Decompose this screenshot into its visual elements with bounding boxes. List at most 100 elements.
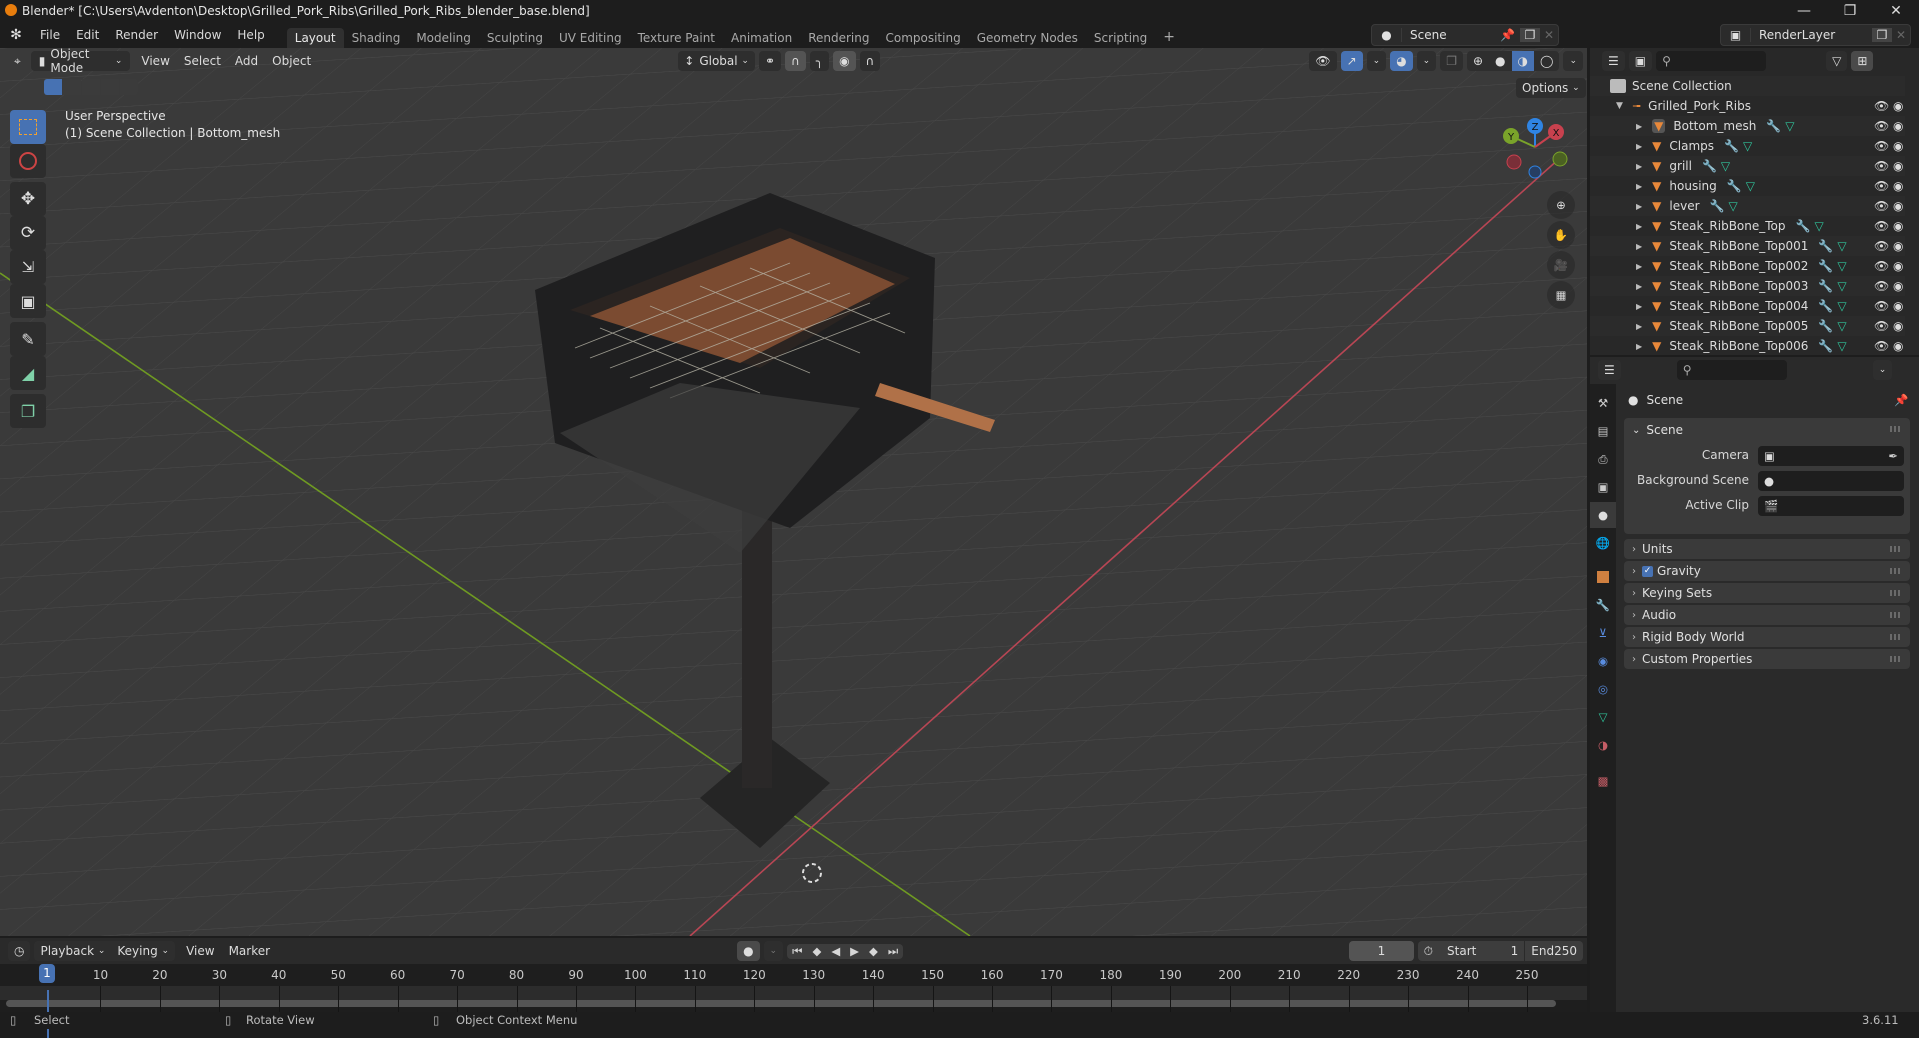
- overlays-dropdown[interactable]: ⌄: [1416, 51, 1437, 71]
- drag-handle-icon[interactable]: [1890, 612, 1902, 618]
- active-clip-field[interactable]: 🎬: [1758, 496, 1904, 516]
- eye-icon[interactable]: 👁: [1874, 319, 1889, 333]
- shading-solid[interactable]: ●: [1489, 51, 1512, 71]
- scene-name[interactable]: Scene: [1402, 28, 1500, 42]
- expand-arrow-icon[interactable]: ▶: [1636, 122, 1642, 131]
- tab-uv-editing[interactable]: UV Editing: [551, 28, 630, 48]
- maximize-button[interactable]: ❐: [1827, 0, 1873, 22]
- outliner-object-row[interactable]: ▶ ▼ Steak_RibBone_Top006 🔧 ▽ 👁 ◉: [1590, 336, 1905, 356]
- camera-render-icon[interactable]: ◉: [1893, 219, 1903, 233]
- modifier-wrench-icon[interactable]: 🔧: [1796, 219, 1811, 233]
- expand-arrow-icon[interactable]: ▶: [1636, 202, 1642, 211]
- outliner-object-row[interactable]: ▶ ▼ Bottom_mesh 🔧 ▽ 👁 ◉: [1590, 116, 1905, 136]
- modifier-wrench-icon[interactable]: 🔧: [1727, 179, 1742, 193]
- shading-wireframe[interactable]: ⊕: [1466, 51, 1490, 71]
- tab-animation[interactable]: Animation: [723, 28, 800, 48]
- play-icon[interactable]: ▶: [845, 944, 864, 959]
- expand-arrow-icon[interactable]: ▶: [1636, 322, 1642, 331]
- view-layer-selector[interactable]: ▣ RenderLayer ❐ ✕: [1720, 24, 1911, 46]
- options-dropdown[interactable]: Options ⌄: [1516, 78, 1586, 98]
- modifier-wrench-icon[interactable]: 🔧: [1818, 339, 1833, 353]
- object-mode-dropdown[interactable]: ▮ Object Mode ⌄: [30, 47, 131, 75]
- tab-geometry-nodes[interactable]: Geometry Nodes: [969, 28, 1086, 48]
- tool-measure[interactable]: ◢: [10, 356, 46, 390]
- outliner-object-row[interactable]: ▶ ▼ Steak_RibBone_Top001 🔧 ▽ 👁 ◉: [1590, 236, 1905, 256]
- tab-output[interactable]: ⎙: [1590, 446, 1616, 472]
- tool-annotate[interactable]: ✎: [10, 322, 46, 356]
- properties-panel-custom-properties[interactable]: › Custom Properties: [1624, 649, 1910, 669]
- new-scene-icon[interactable]: ❐: [1520, 28, 1540, 42]
- outliner-object-row[interactable]: ▶ ▼ Steak_RibBone_Top 🔧 ▽ 👁 ◉: [1590, 216, 1905, 236]
- tab-tool[interactable]: ⚒: [1590, 390, 1616, 416]
- 3d-viewport[interactable]: ✥ ⟳ ⇲ ▣ ✎ ◢ ❐ User Perspective (1) Scene…: [0, 48, 1587, 936]
- camera-view-button[interactable]: 🎥: [1547, 251, 1575, 279]
- eye-icon[interactable]: 👁: [1874, 239, 1889, 253]
- next-keyframe-icon[interactable]: ◆: [864, 944, 883, 959]
- expand-arrow-icon[interactable]: ▶: [1636, 242, 1642, 251]
- tab-modifiers[interactable]: 🔧: [1590, 592, 1616, 618]
- modifier-wrench-icon[interactable]: 🔧: [1818, 299, 1833, 313]
- playback-dropdown[interactable]: Playback ⌄: [34, 941, 112, 961]
- drag-handle-icon[interactable]: [1890, 634, 1902, 640]
- expand-arrow-icon[interactable]: ▶: [1636, 282, 1642, 291]
- collection-row[interactable]: ▼ ╼ Grilled_Pork_Ribs 👁 ◉: [1590, 96, 1905, 116]
- drag-handle-icon[interactable]: [1890, 656, 1902, 662]
- pin-icon[interactable]: 📌: [1500, 28, 1520, 42]
- outliner-object-row[interactable]: ▶ ▼ Steak_RibBone_Top003 🔧 ▽ 👁 ◉: [1590, 276, 1905, 296]
- scene-collection-row[interactable]: Scene Collection: [1590, 76, 1905, 96]
- ortho-toggle-button[interactable]: ▦: [1547, 281, 1575, 309]
- tab-world[interactable]: 🌐: [1590, 530, 1616, 556]
- timeline-frames[interactable]: 10 20 30 40 50 60 70 80 90 100 110 120 130 140 150 160 1…: [0, 964, 1587, 1038]
- timeline-menu-view[interactable]: View: [179, 944, 221, 958]
- camera-render-icon[interactable]: ◉: [1893, 339, 1903, 353]
- properties-options-dropdown[interactable]: ⌄: [1872, 360, 1893, 380]
- modifier-wrench-icon[interactable]: 🔧: [1766, 119, 1781, 133]
- minimize-button[interactable]: —: [1781, 0, 1827, 22]
- mesh-data-icon[interactable]: ▽: [1837, 279, 1846, 293]
- mesh-data-icon[interactable]: ▽: [1837, 259, 1846, 273]
- tab-rendering[interactable]: Rendering: [800, 28, 877, 48]
- tool-add-cube[interactable]: ❐: [10, 394, 46, 428]
- xray-toggle[interactable]: ❐: [1440, 51, 1463, 71]
- view-layer-name[interactable]: RenderLayer: [1751, 28, 1872, 42]
- pivot-point-dropdown[interactable]: ⚭: [758, 51, 782, 71]
- scene-panel-header[interactable]: ⌄ Scene: [1624, 418, 1910, 442]
- tab-modeling[interactable]: Modeling: [408, 28, 479, 48]
- select-subtract-icon[interactable]: [82, 79, 100, 95]
- pin-icon[interactable]: 📌: [1894, 393, 1908, 407]
- outliner-object-row[interactable]: ▶ ▼ lever 🔧 ▽ 👁 ◉: [1590, 196, 1905, 216]
- outliner-object-row[interactable]: ▶ ▼ Steak_RibBone_Top005 🔧 ▽ 👁 ◉: [1590, 316, 1905, 336]
- tab-sculpting[interactable]: Sculpting: [479, 28, 551, 48]
- add-workspace-button[interactable]: +: [1155, 26, 1183, 48]
- properties-panel-audio[interactable]: › Audio: [1624, 605, 1910, 625]
- transform-orientation-dropdown[interactable]: ↕ Global ⌄: [678, 51, 755, 71]
- filter-dropdown[interactable]: ▽: [1826, 51, 1848, 71]
- tab-layout[interactable]: Layout: [286, 28, 344, 48]
- timeline-scrollbar[interactable]: [6, 1000, 1556, 1007]
- close-window-button[interactable]: ✕: [1873, 0, 1919, 22]
- outliner-object-row[interactable]: ▶ ▼ Steak_RibBone_Top004 🔧 ▽ 👁 ◉: [1590, 296, 1905, 316]
- outliner-search-input[interactable]: ⚲: [1656, 51, 1767, 71]
- camera-render-icon[interactable]: ◉: [1893, 99, 1903, 113]
- tab-physics[interactable]: ◉: [1590, 648, 1616, 674]
- scene-selector[interactable]: ● Scene 📌 ❐ ✕: [1371, 24, 1559, 46]
- modifier-wrench-icon[interactable]: 🔧: [1818, 319, 1833, 333]
- modifier-wrench-icon[interactable]: 🔧: [1702, 159, 1717, 173]
- expand-arrow-icon[interactable]: ▶: [1636, 142, 1642, 151]
- eye-icon[interactable]: 👁: [1874, 279, 1889, 293]
- mesh-data-icon[interactable]: ▽: [1837, 239, 1846, 253]
- camera-render-icon[interactable]: ◉: [1893, 159, 1903, 173]
- tab-material[interactable]: ◑: [1590, 732, 1616, 758]
- tab-view-layer[interactable]: ▣: [1590, 474, 1616, 500]
- modifier-wrench-icon[interactable]: 🔧: [1818, 259, 1833, 273]
- mesh-data-icon[interactable]: ▽: [1721, 159, 1730, 173]
- select-intersect-icon[interactable]: [120, 79, 138, 95]
- background-scene-field[interactable]: ●: [1758, 471, 1904, 491]
- jump-start-icon[interactable]: ⏮: [787, 944, 807, 959]
- shading-material-preview[interactable]: ◑: [1511, 51, 1535, 71]
- eye-icon[interactable]: 👁: [1874, 259, 1889, 273]
- display-mode-dropdown[interactable]: ▣: [1628, 51, 1653, 71]
- modifier-wrench-icon[interactable]: 🔧: [1710, 199, 1725, 213]
- new-collection-button[interactable]: ⊞: [1851, 51, 1874, 71]
- eye-icon[interactable]: 👁: [1874, 299, 1889, 313]
